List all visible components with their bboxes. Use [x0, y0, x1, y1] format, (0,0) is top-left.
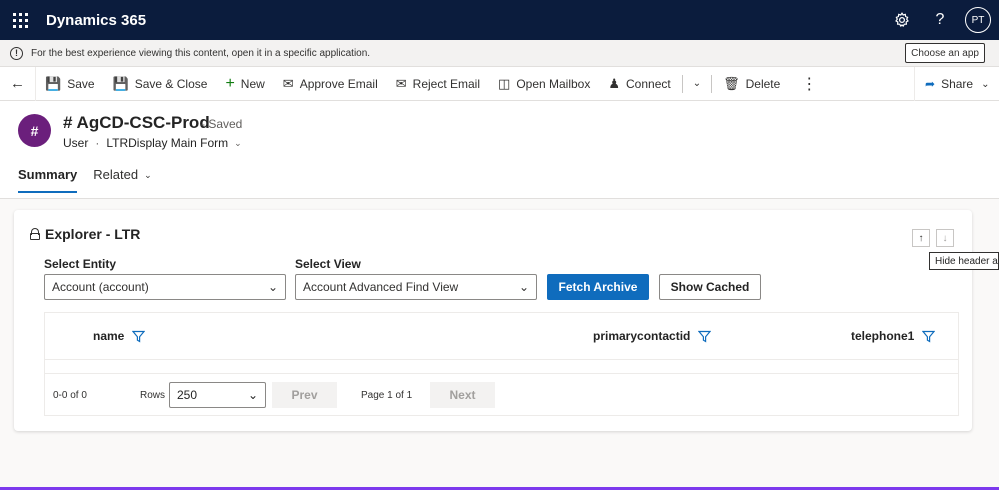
app-launcher-icon[interactable] [0, 0, 40, 40]
tab-related[interactable]: Related ⌄ [93, 167, 151, 193]
record-avatar: # [18, 114, 51, 147]
filter-icon[interactable] [698, 330, 712, 343]
view-chevron-down-icon: ⌄ [518, 280, 529, 294]
app-header: Dynamics 365 ? PT [0, 0, 999, 40]
reject-email-icon: ✉ [395, 75, 407, 91]
connect-dropdown-chevron-icon[interactable]: ⌄ [685, 67, 709, 101]
notification-message: For the best experience viewing this con… [31, 47, 371, 59]
show-cached-button[interactable]: Show Cached [659, 274, 761, 300]
reject-email-label: Reject Email [412, 76, 481, 91]
save-label: Save [67, 76, 95, 91]
share-button[interactable]: ➦ Share ⌄ [914, 67, 999, 101]
form-selector[interactable]: LTRDisplay Main Form [106, 136, 228, 150]
entity-select-value: Account (account) [52, 280, 149, 294]
connect-people-icon: ♟ [608, 75, 621, 91]
entity-select[interactable]: Account (account) ⌄ [44, 274, 286, 300]
app-title[interactable]: Dynamics 365 [46, 12, 146, 29]
save-icon: 💾 [45, 75, 62, 91]
mailbox-icon: ◫ [498, 75, 511, 91]
approve-email-label: Approve Email [299, 76, 378, 91]
related-chevron-icon: ⌄ [144, 170, 152, 180]
select-view-label: Select View [295, 257, 361, 271]
filter-icon[interactable] [922, 330, 936, 343]
header-divider [0, 198, 999, 199]
column-header-name[interactable]: name [93, 329, 146, 343]
entity-name: User [63, 136, 89, 150]
tab-summary[interactable]: Summary [18, 167, 78, 193]
view-select-value: Account Advanced Find View [303, 280, 459, 294]
column-telephone1-label: telephone1 [851, 329, 915, 343]
tab-summary-label: Summary [18, 167, 78, 182]
column-name-label: name [93, 329, 125, 343]
rows-per-page-value: 250 [177, 388, 198, 402]
divider [681, 74, 683, 93]
info-icon: ! [10, 46, 23, 60]
command-bar: ← 💾 Save 💾 Save & Close + New ✉ Approve … [0, 66, 999, 101]
entity-chevron-down-icon: ⌄ [267, 280, 278, 294]
rows-chevron-down-icon: ⌄ [247, 388, 258, 402]
connect-button[interactable]: ♟ Connect [599, 67, 679, 101]
tab-related-label: Related [93, 167, 139, 182]
back-arrow-icon[interactable]: ← [0, 66, 36, 101]
trash-icon: 🗑 [723, 75, 740, 91]
plus-icon: + [225, 74, 235, 92]
fetch-archive-button[interactable]: Fetch Archive [547, 274, 649, 300]
move-up-arrow-icon[interactable]: ↑ [912, 229, 930, 247]
save-status: - Saved [201, 117, 243, 131]
column-header-telephone1[interactable]: telephone1 [851, 329, 936, 343]
page-info: Page 1 of 1 [361, 390, 413, 401]
column-primarycontactid-label: primarycontactid [593, 329, 691, 343]
save-button[interactable]: 💾 Save [36, 67, 104, 101]
next-button[interactable]: Next [430, 382, 495, 408]
grid-divider [45, 373, 958, 374]
record-subtitle: User · LTRDisplay Main Form ⌄ [63, 136, 242, 150]
save-close-label: Save & Close [134, 76, 208, 91]
notification-bar: ! For the best experience viewing this c… [0, 40, 999, 67]
share-chevron-icon: ⌄ [981, 78, 990, 90]
delete-button[interactable]: 🗑 Delete [714, 67, 789, 101]
prev-button[interactable]: Prev [272, 382, 337, 408]
filter-icon[interactable] [132, 330, 146, 343]
move-down-arrow-icon[interactable]: ↓ [936, 229, 954, 247]
help-icon[interactable]: ? [921, 0, 959, 40]
results-grid: name primarycontactid telephone1 0-0 of … [44, 312, 959, 416]
new-button[interactable]: + New [216, 67, 273, 101]
save-close-button[interactable]: 💾 Save & Close [104, 67, 217, 101]
connect-label: Connect [626, 76, 671, 91]
choose-app-button[interactable]: Choose an app [905, 43, 985, 63]
user-avatar[interactable]: PT [965, 7, 991, 33]
share-label: Share [941, 77, 974, 91]
share-icon: ➦ [925, 77, 936, 91]
view-select[interactable]: Account Advanced Find View ⌄ [295, 274, 537, 300]
approve-email-button[interactable]: ✉ Approve Email [274, 67, 387, 101]
rows-per-page-select[interactable]: 250 ⌄ [169, 382, 266, 408]
save-close-icon: 💾 [112, 75, 129, 91]
open-mailbox-button[interactable]: ◫ Open Mailbox [489, 67, 599, 101]
column-header-primarycontactid[interactable]: primarycontactid [593, 329, 712, 343]
record-title: # AgCD-CSC-Prod [63, 113, 210, 132]
delete-label: Delete [745, 76, 781, 91]
approve-email-icon: ✉ [282, 75, 294, 91]
card-title: Explorer - LTR [30, 226, 140, 242]
open-mailbox-label: Open Mailbox [516, 76, 591, 91]
separator-dot: · [95, 136, 100, 150]
select-entity-label: Select Entity [44, 257, 117, 271]
record-range: 0-0 of 0 [53, 390, 87, 401]
new-label: New [240, 76, 265, 91]
settings-gear-icon[interactable] [883, 0, 921, 40]
rows-label: Rows [140, 390, 166, 401]
grid-header: name primarycontactid telephone1 [45, 313, 958, 360]
record-header: # # AgCD-CSC-Prod - Saved User · LTRDisp… [0, 101, 999, 199]
reject-email-button[interactable]: ✉ Reject Email [387, 67, 489, 101]
form-selector-chevron-icon[interactable]: ⌄ [234, 138, 242, 149]
explorer-card: Explorer - LTR ↑ ↓ Select Entity Account… [14, 210, 972, 431]
lock-icon [30, 228, 40, 240]
card-title-label: Explorer - LTR [45, 226, 141, 242]
divider [711, 74, 713, 93]
tooltip: Hide header and [929, 252, 999, 270]
more-commands-icon[interactable]: ⋮ [789, 67, 829, 101]
form-tabs: Summary Related ⌄ [18, 167, 168, 193]
